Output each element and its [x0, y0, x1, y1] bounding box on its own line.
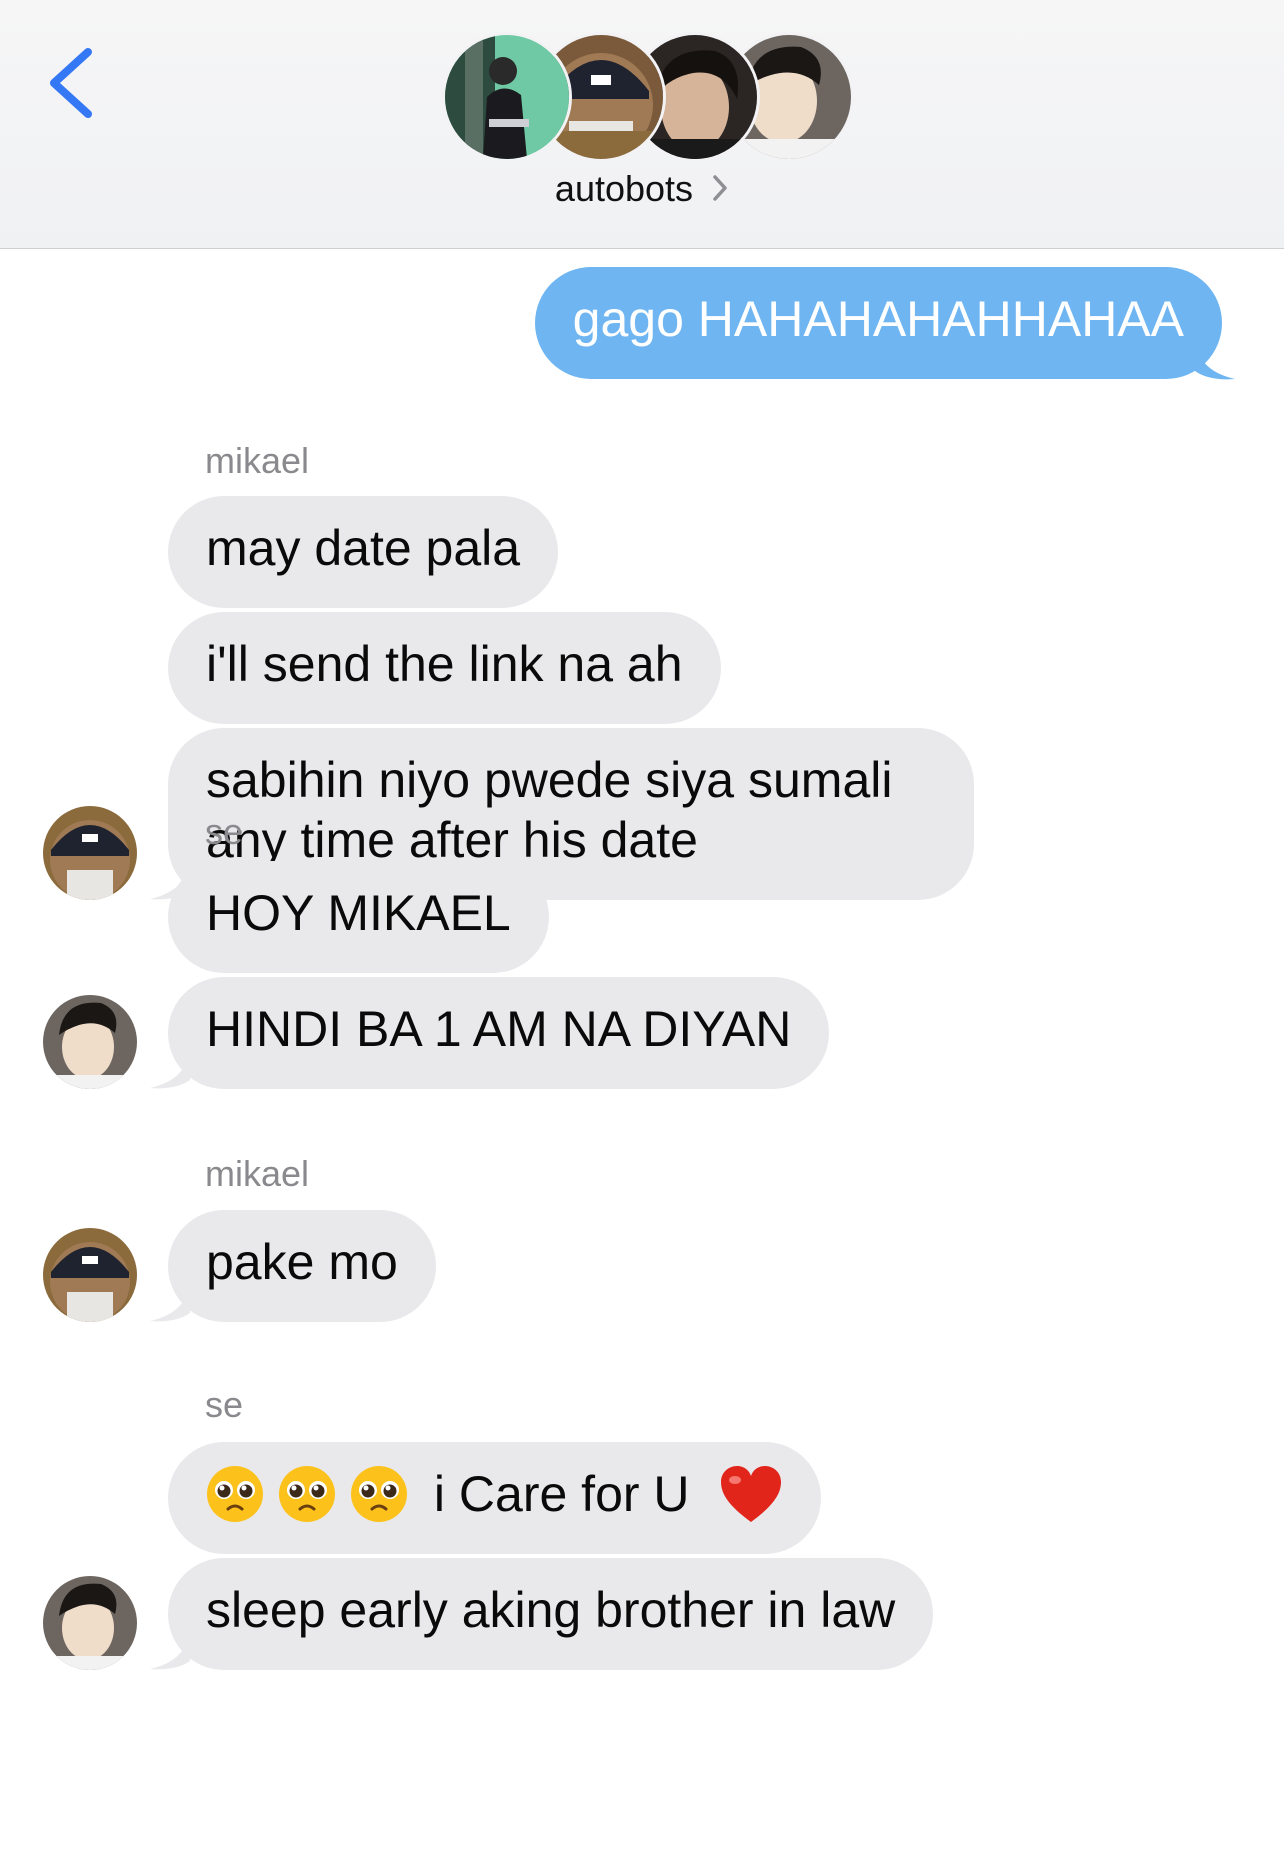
- sender-name: mikael: [205, 1153, 310, 1194]
- sender-avatar[interactable]: [43, 806, 137, 900]
- red-heart-emoji: [721, 1465, 782, 1522]
- incoming-message[interactable]: i Care for U: [168, 1442, 822, 1554]
- incoming-message[interactable]: may date pala: [168, 496, 559, 608]
- bubble-tail: [150, 1050, 190, 1089]
- incoming-message[interactable]: HOY MIKAEL: [168, 861, 549, 973]
- pleading-face-emoji: [351, 1465, 407, 1522]
- message-text: sabihin niyo pwede siya sumali: [206, 752, 893, 808]
- sender-name: se: [205, 1384, 244, 1425]
- bubble-tail: [150, 1631, 190, 1670]
- incoming-message[interactable]: pake mo: [168, 1210, 436, 1322]
- sender-avatar[interactable]: [43, 995, 137, 1089]
- sender-avatar[interactable]: [43, 1228, 137, 1322]
- bubble-tail: [150, 1283, 190, 1322]
- message-text: may date pala: [206, 520, 521, 576]
- chevron-right-icon: [713, 175, 727, 202]
- message-text: i Care for U: [433, 1466, 690, 1522]
- back-button[interactable]: [36, 38, 106, 128]
- message-text: HOY MIKAEL: [206, 885, 511, 941]
- pleading-face-emoji: [207, 1465, 263, 1522]
- incoming-message[interactable]: HINDI BA 1 AM NA DIYAN: [168, 977, 830, 1089]
- conversation-header: autobots: [0, 0, 1284, 249]
- sender-name: mikael: [205, 440, 310, 481]
- incoming-message[interactable]: i'll send the link na ah: [168, 612, 721, 724]
- group-name-button[interactable]: autobots: [0, 168, 1284, 210]
- sender-avatar[interactable]: [43, 1576, 137, 1670]
- message-text: i'll send the link na ah: [206, 636, 683, 692]
- message-text: gago HAHAHAHAHHAHAA: [572, 291, 1184, 347]
- chevron-left-icon: [50, 48, 92, 118]
- bubble-tail: [1195, 341, 1235, 380]
- message-text: pake mo: [206, 1234, 398, 1290]
- message-text: sleep early aking brother in law: [206, 1582, 896, 1638]
- message-list[interactable]: gago HAHAHAHAHHAHAA mikael may date pala…: [0, 249, 1284, 1856]
- incoming-message[interactable]: sleep early aking brother in law: [168, 1558, 934, 1670]
- message-text: HINDI BA 1 AM NA DIYAN: [206, 1001, 792, 1057]
- pleading-face-emoji: [279, 1465, 335, 1522]
- group-member-avatar: [442, 32, 572, 162]
- group-name: autobots: [554, 168, 694, 209]
- group-avatars[interactable]: [442, 32, 854, 162]
- sender-name: se: [205, 811, 244, 852]
- outgoing-message[interactable]: gago HAHAHAHAHHAHAA: [534, 267, 1222, 379]
